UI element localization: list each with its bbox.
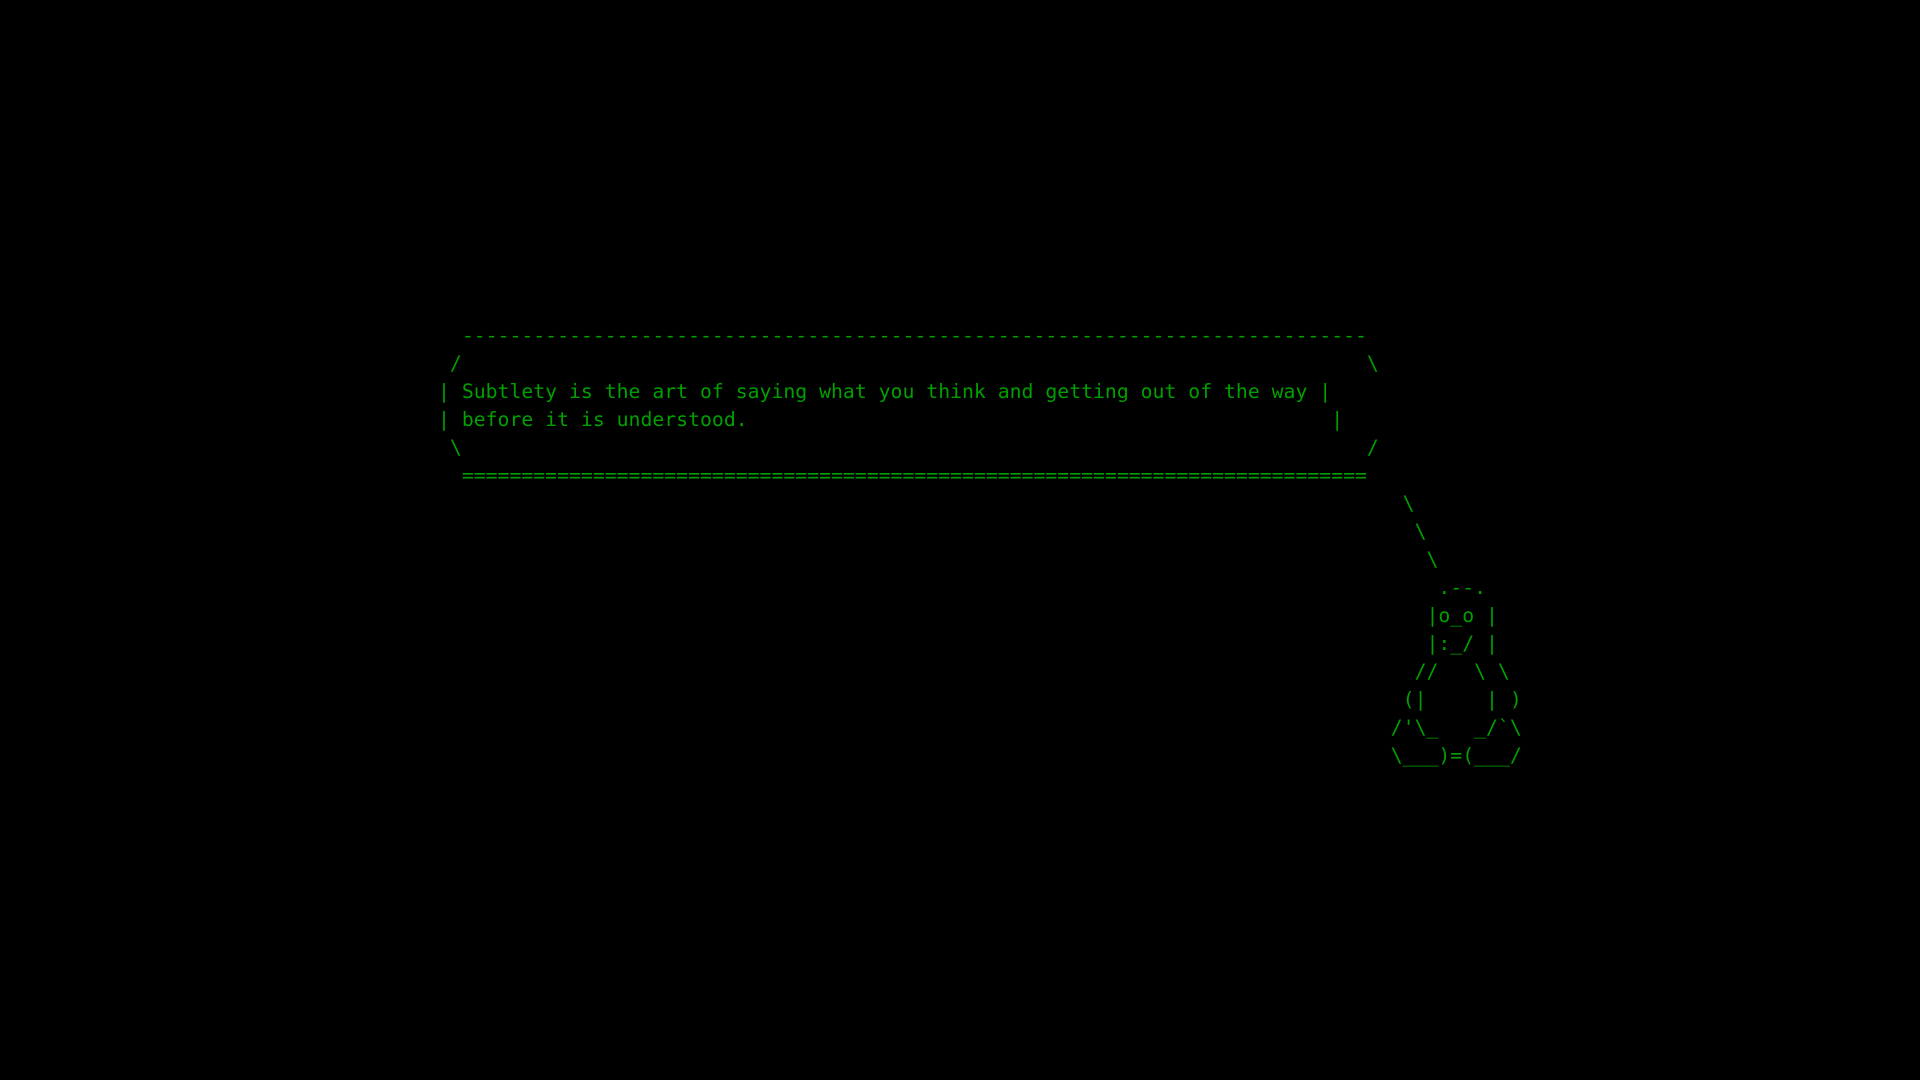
tux-feet: \___)=(___/ (438, 744, 1522, 767)
speech-bubble-top-border: ----------------------------------------… (438, 324, 1367, 347)
cowsay-output: ----------------------------------------… (438, 322, 1522, 770)
speech-bubble-text-line-2: | before it is understood. | (438, 408, 1344, 431)
tux-body: (| | ) (438, 688, 1522, 711)
terminal-screen: ----------------------------------------… (0, 0, 1920, 1080)
speech-tail-3: \ (438, 548, 1439, 571)
tux-eyes: |o_o | (438, 604, 1498, 627)
speech-bubble-bottom-border: ========================================… (438, 464, 1367, 487)
tux-shoulders: // \ \ (438, 660, 1510, 683)
speech-bubble-top-corners: / \ (438, 352, 1379, 375)
speech-bubble-bottom-corners: \ / (438, 436, 1379, 459)
speech-tail-1: \ (438, 492, 1415, 515)
tux-lower-body: /'\_ _/`\ (438, 716, 1522, 739)
speech-tail-2: \ (438, 520, 1427, 543)
speech-bubble-text-line-1: | Subtlety is the art of saying what you… (438, 380, 1332, 403)
tux-head-top: .--. (438, 576, 1487, 599)
tux-beak: |:_/ | (438, 632, 1498, 655)
